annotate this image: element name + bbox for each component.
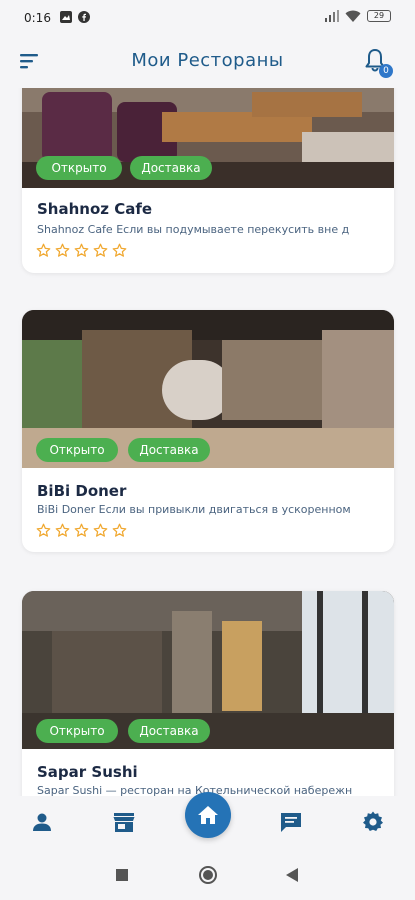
app-bar: Мои Рестораны 0 [0,36,415,88]
star-icon[interactable] [55,523,70,538]
delivery-badge: Доставка [128,438,210,462]
battery-icon: 29 [367,10,391,22]
wifi-icon [345,10,361,22]
status-bar: 0:16 29 [0,0,415,36]
bottom-navigation [0,792,415,850]
home-icon [198,806,218,824]
system-home-icon[interactable] [199,866,217,884]
restaurant-description: BiBi Doner Если вы привыкли двигаться в … [37,503,351,516]
chat-icon[interactable] [279,810,303,834]
star-icon[interactable] [74,243,89,258]
restaurant-card[interactable]: Открыто Доставка Shahnoz Cafe Shahnoz Ca… [22,88,394,273]
delivery-badge: Доставка [130,156,212,180]
status-right: 29 [325,10,391,22]
restaurant-list[interactable]: Открыто Доставка Shahnoz Cafe Shahnoz Ca… [0,88,415,796]
store-icon[interactable] [112,810,136,834]
page-title: Мои Рестораны [131,50,284,71]
restaurant-description: Shahnoz Cafe Если вы подумываете перекус… [37,223,350,236]
star-icon[interactable] [74,523,89,538]
star-icon[interactable] [36,243,51,258]
delivery-badge: Доставка [128,719,210,743]
profile-icon[interactable] [30,810,54,834]
battery-level: 29 [373,11,385,20]
restaurant-card[interactable]: Открыто Доставка Sapar Sushi Sapar Sushi… [22,591,394,796]
restaurant-name: BiBi Doner [37,482,127,500]
open-status-badge: Открыто [36,438,118,462]
restaurant-card[interactable]: Открыто Доставка BiBi Doner BiBi Doner Е… [22,310,394,552]
system-navigation-bar [0,850,415,900]
notification-badge: 0 [379,64,393,78]
star-icon[interactable] [93,243,108,258]
star-icon[interactable] [93,523,108,538]
star-icon[interactable] [36,523,51,538]
restaurant-name: Sapar Sushi [37,763,138,781]
rating-stars[interactable] [36,523,127,538]
facebook-notification-icon [78,11,90,23]
star-icon[interactable] [55,243,70,258]
gallery-notification-icon [60,11,72,23]
settings-icon[interactable] [361,810,385,834]
star-icon[interactable] [112,523,127,538]
rating-stars[interactable] [36,243,127,258]
signal-icon [325,10,339,22]
restaurant-name: Shahnoz Cafe [37,200,153,218]
open-status-badge: Открыто [36,719,118,743]
back-icon[interactable] [285,868,299,882]
recent-apps-icon[interactable] [116,869,128,881]
open-status-badge: Открыто [36,156,122,180]
home-button[interactable] [185,792,231,838]
status-time: 0:16 [24,11,51,25]
star-icon[interactable] [112,243,127,258]
